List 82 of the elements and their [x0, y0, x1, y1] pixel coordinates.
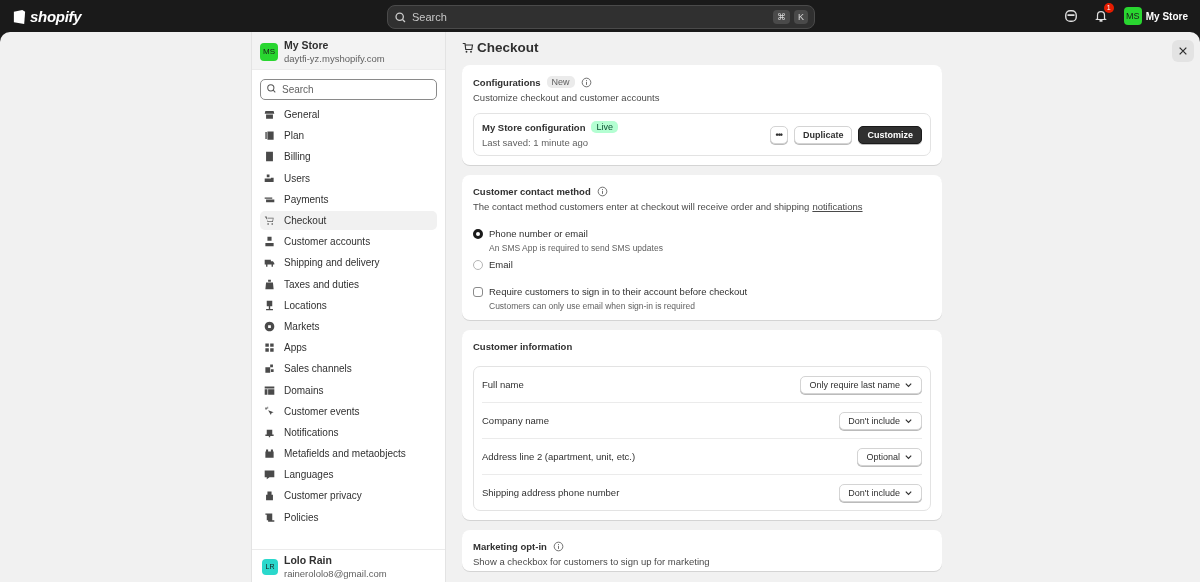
chevron-down-icon: [904, 488, 913, 497]
configuration-name: My Store configuration: [482, 121, 586, 133]
card-title: Configurations: [473, 76, 541, 88]
user-name: Lolo Rain: [284, 554, 333, 566]
sidebar-item[interactable]: Markets: [260, 316, 437, 337]
sidebar-item[interactable]: Customer events: [260, 401, 437, 421]
search-icon: [266, 83, 277, 94]
sidebar-item[interactable]: Billing: [260, 147, 437, 167]
close-icon: [1178, 46, 1188, 56]
action-button[interactable]: Customize: [858, 125, 922, 144]
field-label: Address line 2 (apartment, unit, etc.): [482, 451, 636, 462]
info-icon[interactable]: [580, 76, 592, 88]
sidebar-item[interactable]: Domains: [260, 380, 437, 400]
card-title: Customer information: [473, 341, 574, 352]
info-icon[interactable]: [596, 186, 608, 197]
action-button[interactable]: Duplicate: [793, 125, 853, 144]
sidebar-item[interactable]: Customer privacy: [260, 486, 437, 506]
chevron-down-icon: [904, 452, 913, 461]
dropdown-select[interactable]: Don't include: [839, 483, 922, 502]
store-avatar[interactable]: MS: [1123, 7, 1142, 25]
sidebar-item[interactable]: General: [260, 105, 437, 125]
field-label: Company name: [482, 415, 550, 426]
sidebar-item[interactable]: Checkout: [260, 210, 437, 231]
status-badge: New: [546, 76, 575, 88]
status-badge: Live: [591, 121, 618, 133]
search-icon: [394, 11, 407, 24]
help-text: Customers can only use email when sign-in is required: [489, 301, 696, 311]
lock-icon: [264, 490, 275, 502]
browser-icon: [264, 384, 275, 396]
sidebar-item[interactable]: Payments: [260, 189, 437, 209]
checkbox-label[interactable]: Require customers to sign in to their account before checkout: [489, 286, 748, 297]
logo-text[interactable]: shopify: [30, 7, 82, 25]
info-icon[interactable]: [552, 541, 564, 552]
more-button[interactable]: •••: [769, 125, 788, 144]
option-label[interactable]: Phone number or email: [489, 228, 588, 239]
radio-button[interactable]: [473, 228, 483, 239]
chevron-down-icon: [904, 416, 913, 425]
help-text: An SMS App is required to send SMS updates: [489, 243, 664, 253]
card-subtitle: Customize checkout and customer accounts: [473, 92, 661, 103]
card-title: Customer contact method: [473, 186, 591, 197]
apps-icon: [264, 342, 275, 354]
truck-icon: [264, 257, 275, 269]
sidebar-item[interactable]: Metafields and metaobjects: [260, 444, 437, 464]
notifications-link[interactable]: notifications: [812, 201, 863, 212]
card-title: Marketing opt-in: [473, 541, 547, 552]
search-field[interactable]: Search: [260, 79, 437, 100]
sidebar-item[interactable]: Plan: [260, 126, 437, 146]
person-icon: [264, 236, 275, 248]
dropdown-select[interactable]: Only require last name: [800, 375, 922, 394]
sidebar-item[interactable]: Policies: [260, 507, 437, 527]
user-email: rainerololo8@gmail.com: [284, 568, 387, 579]
sidebar-item[interactable]: Notifications: [260, 422, 437, 442]
last-saved-text: Last saved: 1 minute ago: [482, 137, 590, 148]
card-description: Show a checkbox for customers to sign up for marketing: [473, 556, 711, 567]
speech-icon: [264, 469, 275, 481]
sidebar-item[interactable]: Taxes and duties: [260, 274, 437, 294]
sidebar-item[interactable]: Customer accounts: [260, 232, 437, 252]
field-label: Shipping address phone number: [482, 487, 620, 498]
store-name: My Store: [284, 39, 330, 51]
checkbox[interactable]: [473, 286, 483, 297]
sidebar-item[interactable]: Apps: [260, 338, 437, 358]
sidebar-item[interactable]: Locations: [260, 295, 437, 315]
close-button[interactable]: [1172, 40, 1194, 62]
page-title: Checkout: [477, 40, 539, 55]
cart-icon: [462, 41, 474, 54]
cart-icon: [264, 215, 275, 227]
sidebar-item[interactable]: Users: [260, 168, 437, 188]
chevron-down-icon: [904, 380, 913, 389]
store-avatar: MS: [260, 42, 278, 61]
field-label: Full name: [482, 379, 524, 390]
store-name[interactable]: My Store: [1145, 10, 1188, 22]
sidebar-item[interactable]: Languages: [260, 465, 437, 485]
store-domain: daytfi-yz.myshopify.com: [284, 53, 385, 64]
option-label[interactable]: Email: [489, 259, 513, 270]
sidebar-item[interactable]: Shipping and delivery: [260, 253, 437, 273]
channels-icon: [264, 363, 275, 375]
bag-icon: [264, 278, 275, 290]
dropdown-select[interactable]: Don't include: [839, 411, 922, 430]
store-icon: [264, 109, 275, 121]
card-description: The contact method customers enter at checkout will receive order and shipping: [473, 201, 810, 212]
sidebar-item[interactable]: Sales channels: [260, 359, 437, 379]
dropdown-select[interactable]: Optional: [857, 447, 922, 466]
